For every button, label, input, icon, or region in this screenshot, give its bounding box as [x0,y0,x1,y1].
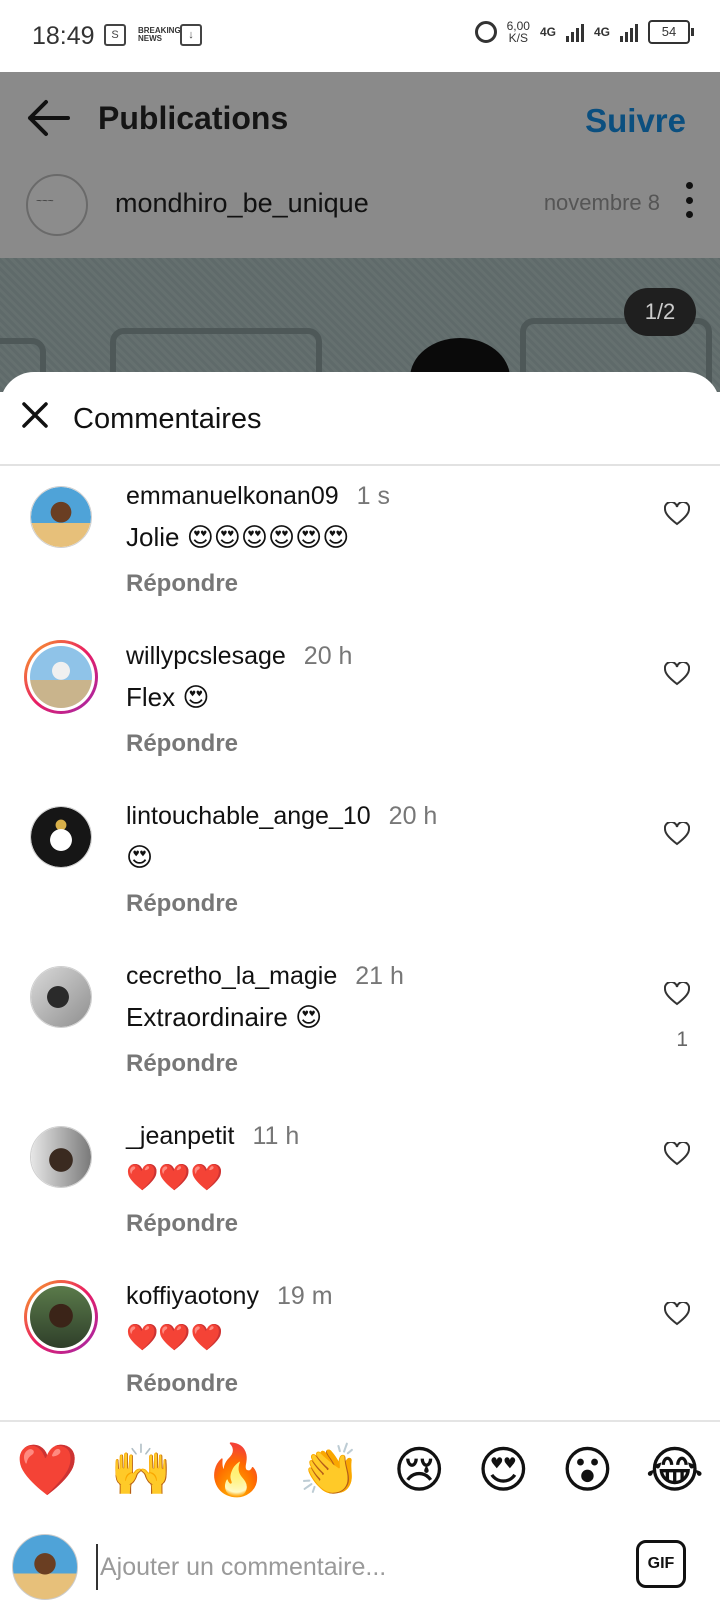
comment-item: _jeanpetit 11 h ❤️❤️❤️ Répondre [0,1106,720,1270]
status-time: 18:49 [32,22,95,50]
quick-emoji-bar: ❤️ 🙌 🔥 👏 😢 😍 😮 😂 [0,1420,720,1520]
more-options-icon[interactable] [686,182,696,218]
emoji-heart-button[interactable]: ❤️ [16,1440,78,1500]
author-avatar[interactable]: ~~~ [26,174,88,236]
comments-header: Commentaires [0,372,720,466]
reply-button[interactable]: Répondre [126,730,238,758]
emoji-sad-button[interactable]: 😢 [393,1440,445,1500]
comments-list[interactable]: emmanuelkonan09 1 s Jolie 😍😍😍😍😍😍 Répondre… [0,466,720,1391]
download-icon: ↓ [180,24,202,46]
comment-avatar[interactable] [30,1126,92,1188]
like-heart-icon[interactable] [664,1142,690,1166]
like-heart-icon[interactable] [664,982,690,1006]
comment-avatar[interactable] [30,806,92,868]
comment-text: Jolie 😍😍😍😍😍😍 [126,522,350,552]
page-title: Publications [98,100,289,136]
comment-composer: GIF [0,1518,720,1612]
comment-avatar[interactable] [30,486,92,548]
comment-username[interactable]: emmanuelkonan09 [126,482,339,510]
signal-icon-2 [620,22,638,42]
comment-input[interactable] [96,1544,582,1590]
emoji-heart-eyes-button[interactable]: 😍 [477,1440,529,1500]
post-date: novembre 8 [543,190,660,215]
comment-time: 19 m [276,1282,333,1310]
status-left-icons: S BREAKING NEWS ↓ [104,24,202,46]
like-heart-icon[interactable] [664,502,690,526]
comment-item: emmanuelkonan09 1 s Jolie 😍😍😍😍😍😍 Répondre [0,466,720,630]
back-arrow-icon[interactable] [24,96,72,140]
like-heart-icon[interactable] [664,662,690,686]
emoji-surprised-button[interactable]: 😮 [561,1440,613,1500]
network-label-1: 4G [539,25,556,39]
comment-avatar-story[interactable] [24,640,98,714]
comment-username[interactable]: _jeanpetit [126,1122,234,1150]
author-username[interactable]: mondhiro_be_unique [115,188,369,219]
comment-time: 20 h [388,802,438,830]
comment-username[interactable]: willypcslesage [126,642,286,670]
comment-text: ❤️❤️❤️ [126,1322,224,1352]
post-author-row: ~~~ mondhiro_be_unique novembre 8 [0,168,720,248]
comment-text: ❤️❤️❤️ [126,1162,224,1192]
comment-item: willypcslesage 20 h Flex 😍 Répondre [0,626,720,790]
emoji-fire-button[interactable]: 🔥 [205,1440,267,1500]
comment-text: 😍 [126,842,154,872]
news-icon: BREAKING NEWS [138,26,181,43]
post-background: Publications Suivre ~~~ mondhiro_be_uniq… [0,72,720,392]
close-icon[interactable] [20,400,50,430]
emoji-clap-button[interactable]: 👏 [299,1440,361,1500]
current-user-avatar [12,1534,78,1600]
follow-button[interactable]: Suivre [585,102,686,140]
comment-item: lintouchable_ange_10 20 h 😍 Répondre [0,786,720,950]
status-right-icons: 6,00 K/S 4G 4G 54 [474,20,694,44]
avatar-logo-icon: ~~~ [36,196,54,207]
signal-icon-1 [565,22,584,42]
like-heart-icon[interactable] [664,1302,690,1326]
like-heart-icon[interactable] [664,822,690,846]
comment-username[interactable]: lintouchable_ange_10 [126,802,371,830]
battery-icon: 54 [648,20,694,44]
slide-indicator: 1/2 [624,288,696,336]
comment-text: Extraordinaire 😍 [126,1002,323,1032]
comment-item: cecretho_la_magie 21 h Extraordinaire 😍 R… [0,946,720,1110]
comment-time: 1 s [356,482,391,510]
comment-text: Flex 😍 [126,682,210,712]
comment-time: 11 h [252,1122,300,1150]
comments-title: Commentaires [73,403,262,435]
comment-time: 20 h [303,642,353,670]
alarm-icon [474,21,497,43]
comment-time: 21 h [355,962,404,990]
comment-username[interactable]: cecretho_la_magie [126,962,337,990]
like-count: 1 [676,1028,688,1051]
network-speed: 6,00 K/S [507,20,530,44]
comment-item: koffiyaotony 19 m ❤️❤️❤️ Répondre [0,1266,720,1391]
gif-button[interactable]: GIF [636,1540,686,1588]
reply-button[interactable]: Répondre [126,1210,238,1238]
reply-button[interactable]: Répondre [126,570,238,598]
sync-icon: S [104,24,126,46]
reply-button[interactable]: Répondre [126,1370,238,1391]
reply-button[interactable]: Répondre [126,1050,238,1078]
emoji-laughing-button[interactable]: 😂 [646,1440,704,1500]
reply-button[interactable]: Répondre [126,890,238,918]
comment-avatar-story[interactable] [24,1280,98,1354]
network-label-2: 4G [593,25,610,39]
emoji-raised-hands-button[interactable]: 🙌 [110,1440,172,1500]
network-speed-unit: K/S [508,31,528,45]
comment-username[interactable]: koffiyaotony [126,1282,259,1310]
top-app-bar: Publications Suivre [0,72,720,162]
comment-avatar[interactable] [30,966,92,1028]
status-bar: 18:49 S BREAKING NEWS ↓ 6,00 K/S 4G 4G 5… [0,0,720,72]
